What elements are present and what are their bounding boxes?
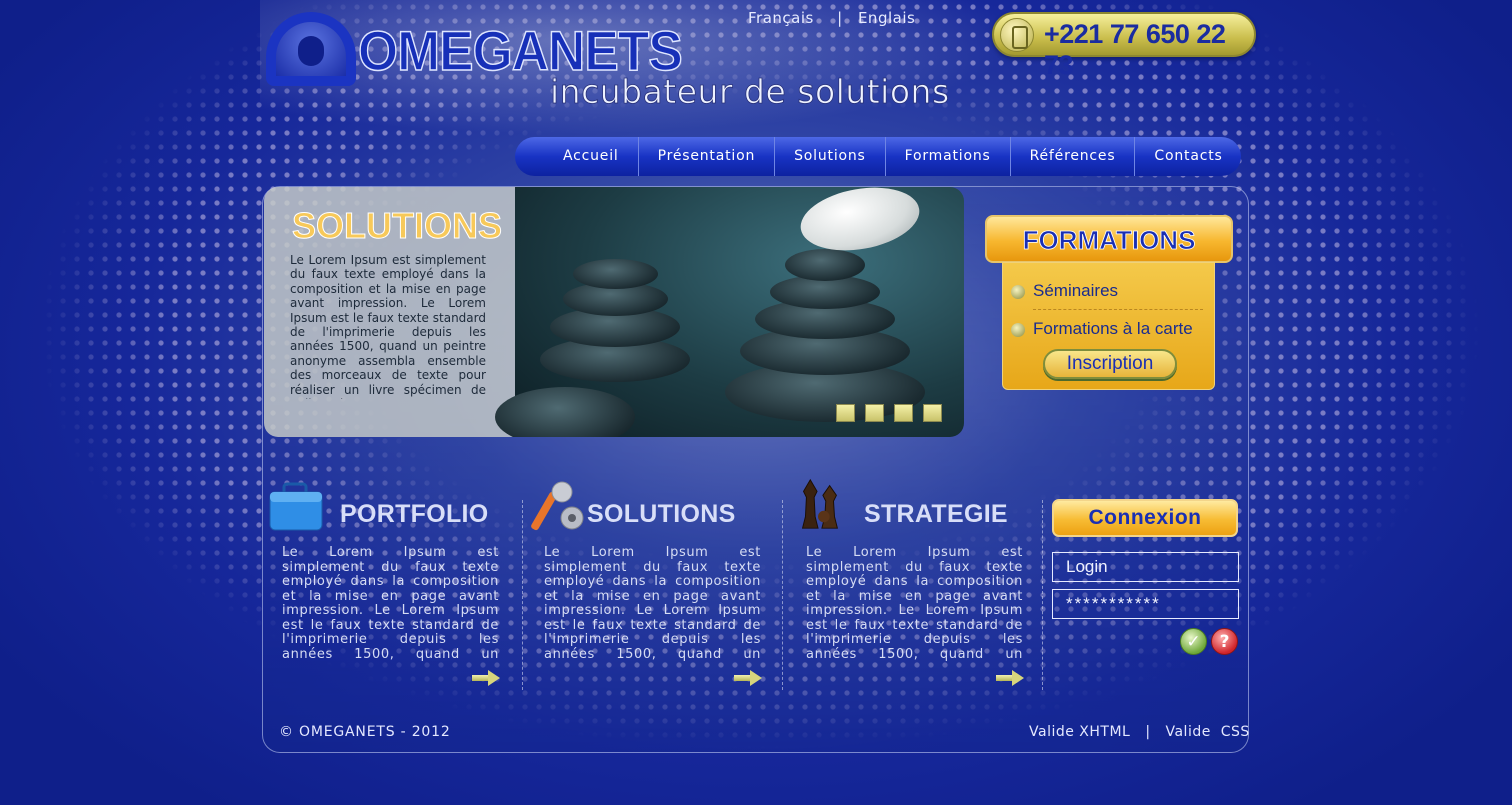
formations-title: FORMATIONS <box>985 215 1233 263</box>
slider-dot-3[interactable] <box>894 404 913 422</box>
hero-slider: SOLUTIONS Le Lorem Ipsum est simplement … <box>264 187 964 437</box>
main-nav: Accueil Présentation Solutions Formation… <box>515 137 1241 176</box>
footer-separator: | <box>1145 724 1151 740</box>
column-divider <box>1042 500 1043 690</box>
strategie-column: STRATEGIE Le Lorem Ipsum est simplement … <box>788 478 1028 690</box>
chess-pieces-icon <box>801 478 839 529</box>
solutions-column: SOLUTIONS Le Lorem Ipsum est simplement … <box>526 478 766 690</box>
password-input[interactable] <box>1052 589 1239 619</box>
nav-item-references[interactable]: Références <box>1011 137 1136 176</box>
slider-dot-4[interactable] <box>923 404 942 422</box>
bullet-icon <box>1011 323 1025 337</box>
slider-body: Le Lorem Ipsum est simplement du faux te… <box>290 253 486 399</box>
bullet-icon <box>1011 285 1025 299</box>
slider-title: SOLUTIONS <box>291 205 503 247</box>
strategie-title: STRATEGIE <box>864 500 1008 528</box>
omega-logo-icon <box>266 12 356 86</box>
formations-item-carte[interactable]: Formations à la carte <box>1033 319 1193 339</box>
question-icon[interactable]: ? <box>1211 628 1238 655</box>
copyright: © OMEGANETS - 2012 <box>279 724 451 740</box>
column-divider <box>522 500 523 690</box>
solutions-more-arrow-icon[interactable] <box>734 670 762 686</box>
formations-item-seminaires[interactable]: Séminaires <box>1033 281 1118 301</box>
inscription-button[interactable]: Inscription <box>1043 349 1177 379</box>
lang-francais-link[interactable]: Français <box>748 9 814 27</box>
formations-box: Séminaires Formations à la carte Inscrip… <box>1002 262 1215 390</box>
nav-item-formations[interactable]: Formations <box>886 137 1011 176</box>
lang-english-link[interactable]: Englais <box>858 9 915 27</box>
strategie-more-arrow-icon[interactable] <box>996 670 1024 686</box>
formations-divider <box>1033 309 1203 310</box>
nav-item-solutions[interactable]: Solutions <box>775 137 886 176</box>
slider-pagination <box>836 404 942 422</box>
portfolio-more-arrow-icon[interactable] <box>472 670 500 686</box>
slider-caption: SOLUTIONS Le Lorem Ipsum est simplement … <box>264 187 515 437</box>
valid-css-link[interactable]: Valide CSS <box>1165 724 1249 740</box>
slider-dot-1[interactable] <box>836 404 855 422</box>
slider-dot-2[interactable] <box>865 404 884 422</box>
portfolio-body: Le Lorem Ipsum est simplement du faux te… <box>282 546 499 662</box>
portfolio-title: PORTFOLIO <box>340 500 489 528</box>
phone-icon <box>1000 18 1034 52</box>
valid-xhtml-link[interactable]: Valide XHTML <box>1029 724 1130 740</box>
language-switcher: Français | Englais <box>748 9 923 27</box>
site-tagline: incubateur de solutions <box>550 72 950 112</box>
connexion-header: Connexion <box>1052 499 1238 537</box>
phone-badge: +221 77 650 22 73 <box>992 12 1256 80</box>
zen-stones-image <box>495 187 964 437</box>
validation-links: Valide XHTML | Valide CSS <box>1029 724 1250 740</box>
check-icon[interactable]: ✓ <box>1180 628 1207 655</box>
strategie-body: Le Lorem Ipsum est simplement du faux te… <box>806 546 1023 662</box>
login-input[interactable] <box>1052 552 1239 582</box>
wrench-gear-icon <box>531 481 584 531</box>
nav-item-contacts[interactable]: Contacts <box>1135 137 1241 176</box>
nav-item-accueil[interactable]: Accueil <box>545 137 639 176</box>
briefcase-icon <box>269 482 323 531</box>
solutions-title: SOLUTIONS <box>587 500 736 528</box>
phone-number: +221 77 650 22 73 <box>1044 19 1226 80</box>
portfolio-column: PORTFOLIO Le Lorem Ipsum est simplement … <box>264 478 504 690</box>
column-divider <box>782 500 783 690</box>
nav-item-presentation[interactable]: Présentation <box>639 137 776 176</box>
lang-separator: | <box>837 9 843 27</box>
solutions-body: Le Lorem Ipsum est simplement du faux te… <box>544 546 761 662</box>
